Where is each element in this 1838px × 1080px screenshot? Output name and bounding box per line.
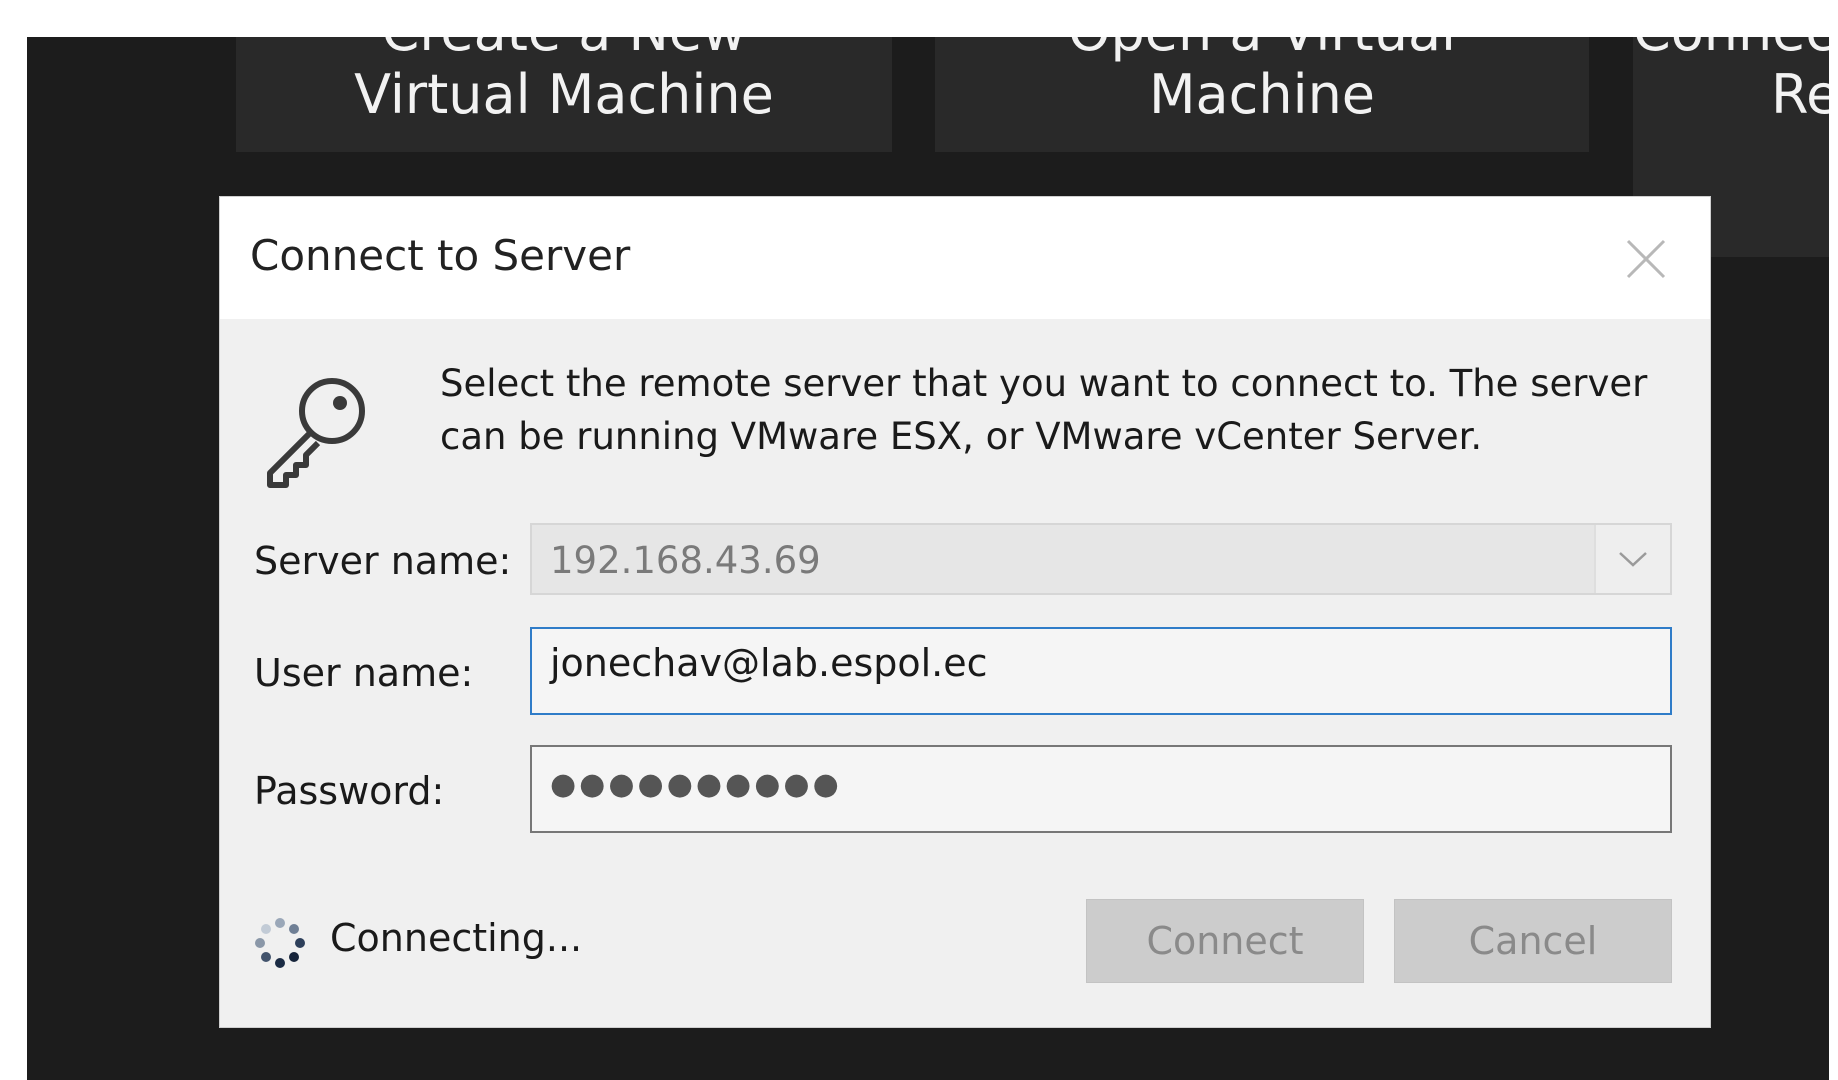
tile-line-1: Open a Virtual — [935, 37, 1589, 59]
chevron-down-icon[interactable] — [1594, 525, 1670, 593]
user-name-label: User name: — [254, 651, 474, 695]
create-virtual-machine-tile[interactable]: Create a New Virtual Machine — [236, 37, 892, 152]
tile-line-2: Machine — [1148, 63, 1376, 126]
connection-status: Connecting... — [330, 916, 583, 960]
connect-button[interactable]: Connect — [1086, 899, 1364, 983]
cancel-button[interactable]: Cancel — [1394, 899, 1672, 983]
tile-line-2: Re — [1771, 63, 1829, 126]
connect-to-server-dialog: Connect to Server Select the remote serv… — [220, 197, 1710, 1027]
password-label: Password: — [254, 769, 445, 813]
password-input[interactable]: ●●●●●●●●●● — [530, 745, 1672, 833]
user-name-input[interactable]: jonechav@lab.espol.ec — [530, 627, 1672, 715]
tile-line-2: Virtual Machine — [354, 63, 774, 126]
workstation-home-background: Create a New Virtual Machine Open a Virt… — [27, 37, 1829, 1080]
server-name-value: 192.168.43.69 — [550, 539, 821, 582]
dialog-titlebar: Connect to Server — [220, 197, 1710, 319]
open-virtual-machine-tile[interactable]: Open a Virtual Machine — [935, 37, 1589, 152]
server-name-combobox[interactable]: 192.168.43.69 — [530, 523, 1672, 595]
close-icon[interactable] — [1624, 237, 1668, 281]
key-icon — [260, 369, 380, 489]
server-name-label: Server name: — [254, 539, 512, 583]
spinner-icon — [254, 917, 306, 969]
dialog-message: Select the remote server that you want t… — [440, 362, 1648, 458]
tile-line-1: Create a New — [236, 37, 892, 59]
dialog-title: Connect to Server — [250, 231, 631, 280]
tile-line-1: Connect to a — [1633, 37, 1829, 59]
